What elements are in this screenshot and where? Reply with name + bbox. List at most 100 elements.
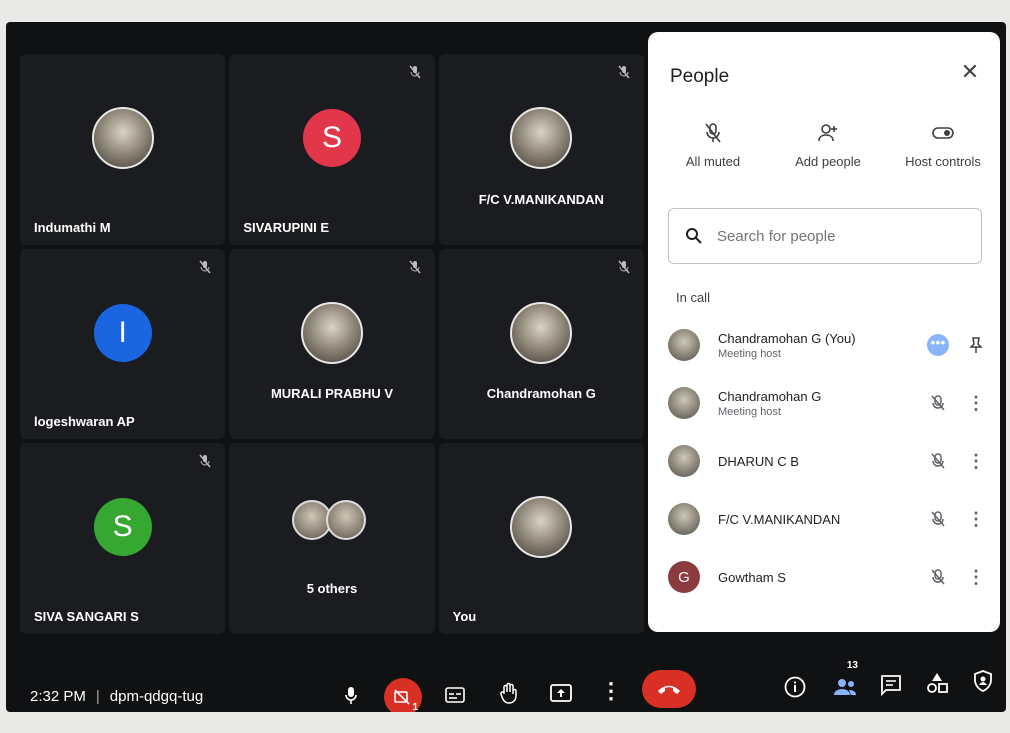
host-controls-button[interactable]: Host controls: [888, 122, 998, 169]
person-name: Chandramohan G (You): [718, 330, 856, 346]
add-person-icon: [818, 124, 837, 142]
more-vert-icon[interactable]: ⋮: [964, 449, 988, 473]
participant-tile[interactable]: Chandramohan G: [438, 248, 644, 440]
action-label: Host controls: [905, 154, 981, 169]
participant-name: logeshwaran AP: [34, 414, 135, 430]
others-avatars: [291, 499, 366, 540]
list-item[interactable]: G Gowtham S ⋮: [668, 548, 988, 606]
raise-hand-button[interactable]: [490, 674, 528, 712]
person-role: Meeting host: [718, 347, 781, 360]
mic-off-icon: [199, 260, 211, 274]
participant-name: F/C V.MANIKANDAN: [478, 191, 604, 207]
people-count: 13: [846, 660, 858, 671]
toggle-icon: [932, 127, 954, 139]
person-name: F/C V.MANIKANDAN: [718, 511, 841, 527]
add-people-button[interactable]: Add people: [773, 122, 883, 169]
mic-off-icon[interactable]: [926, 391, 950, 415]
search-input[interactable]: [715, 226, 959, 246]
more-options-icon[interactable]: ⋮: [592, 672, 630, 710]
phone-hangup-icon: [658, 685, 680, 694]
participant-name: SIVARUPINI E: [243, 219, 330, 235]
mic-button[interactable]: [332, 676, 370, 712]
section-label: In call: [676, 290, 710, 305]
camera-button[interactable]: 1: [384, 678, 422, 712]
info-icon: [784, 676, 806, 698]
more-badge-icon[interactable]: •••: [926, 333, 950, 357]
participant-tile[interactable]: S SIVARUPINI E: [229, 54, 435, 245]
pin-icon[interactable]: [964, 333, 988, 357]
chat-icon: [881, 675, 901, 696]
host-controls-bar-button[interactable]: [964, 662, 1002, 700]
avatar: [510, 301, 573, 364]
present-icon: [550, 684, 572, 702]
avatar: [668, 387, 700, 419]
camera-off-icon: [394, 689, 410, 705]
participant-tile[interactable]: MURALI PRABHU V: [229, 248, 435, 440]
self-tile[interactable]: You: [438, 443, 644, 634]
people-button[interactable]: 13: [826, 660, 864, 706]
mic-off-icon: [409, 65, 421, 79]
participant-tile[interactable]: F/C V.MANIKANDAN: [438, 54, 644, 245]
avatar: [300, 301, 363, 364]
mic-icon: [345, 687, 357, 704]
participant-name: 5 others: [306, 581, 358, 596]
avatar: S: [93, 498, 152, 557]
mic-off-icon: [705, 123, 721, 143]
mic-off-icon[interactable]: [926, 507, 950, 531]
video-grid: Indumathi M S SIVARUPINI E F/C V.MANIKAN…: [20, 54, 644, 634]
mute-all-button[interactable]: All muted: [658, 122, 768, 169]
avatar: [668, 329, 700, 361]
person-name: Chandramohan G: [718, 388, 822, 404]
participant-tile[interactable]: Indumathi M: [20, 54, 226, 245]
mic-off-icon: [618, 260, 630, 274]
avatar: [510, 106, 573, 169]
participant-tile[interactable]: I logeshwaran AP: [20, 248, 226, 440]
list-item[interactable]: Chandramohan G (You) Meeting host •••: [668, 316, 988, 374]
end-call-button[interactable]: [642, 670, 696, 708]
search-field[interactable]: [668, 208, 982, 264]
close-icon[interactable]: ✕: [958, 60, 982, 84]
avatar: S: [302, 108, 361, 167]
captions-button[interactable]: [436, 676, 474, 712]
meeting-info: 2:32 PM | dpm-qdgq-tug: [30, 688, 204, 705]
avatar: [91, 106, 154, 169]
participant-name: Chandramohan G: [486, 386, 596, 402]
mic-off-icon: [199, 454, 211, 468]
person-role: Meeting host: [718, 405, 781, 418]
panel-actions: All muted Add people Host controls: [658, 122, 998, 169]
list-item[interactable]: DHARUN C B ⋮: [668, 432, 988, 490]
people-panel: People ✕ All muted Add people Host contr…: [648, 32, 1000, 632]
camera-badge: 1: [412, 702, 418, 712]
activities-button[interactable]: [918, 664, 956, 702]
activities-icon: [927, 673, 948, 693]
search-icon: [686, 228, 702, 244]
more-vert-icon[interactable]: ⋮: [964, 565, 988, 589]
list-item[interactable]: F/C V.MANIKANDAN ⋮: [668, 490, 988, 548]
meeting-code: dpm-qdgq-tug: [109, 688, 204, 705]
participant-tile[interactable]: S SIVA SANGARI S: [20, 443, 226, 634]
action-label: Add people: [795, 154, 861, 169]
participant-name: MURALI PRABHU V: [270, 386, 394, 402]
participant-name: You: [452, 609, 477, 624]
present-button[interactable]: [542, 674, 580, 712]
list-item[interactable]: Chandramohan G Meeting host ⋮: [668, 374, 988, 432]
avatar: G: [668, 561, 700, 593]
chat-button[interactable]: [872, 666, 910, 704]
mic-off-icon[interactable]: [926, 449, 950, 473]
bottom-bar: 2:32 PM | dpm-qdgq-tug 1 ⋮ 13: [6, 654, 1006, 712]
more-vert-icon[interactable]: ⋮: [964, 507, 988, 531]
mic-off-icon[interactable]: [926, 565, 950, 589]
panel-title: People: [670, 66, 730, 87]
participant-name: SIVA SANGARI S: [34, 609, 139, 624]
avatar: [668, 445, 700, 477]
people-icon: [834, 679, 856, 695]
more-vert-icon[interactable]: ⋮: [964, 391, 988, 415]
hand-icon: [500, 682, 517, 704]
action-label: All muted: [685, 154, 741, 169]
info-button[interactable]: [776, 668, 814, 706]
clock: 2:32 PM: [30, 688, 86, 705]
avatar: I: [93, 303, 152, 362]
person-name: Gowtham S: [718, 569, 786, 585]
meet-screen: Indumathi M S SIVARUPINI E F/C V.MANIKAN…: [6, 22, 1006, 712]
others-tile[interactable]: 5 others: [229, 443, 435, 634]
